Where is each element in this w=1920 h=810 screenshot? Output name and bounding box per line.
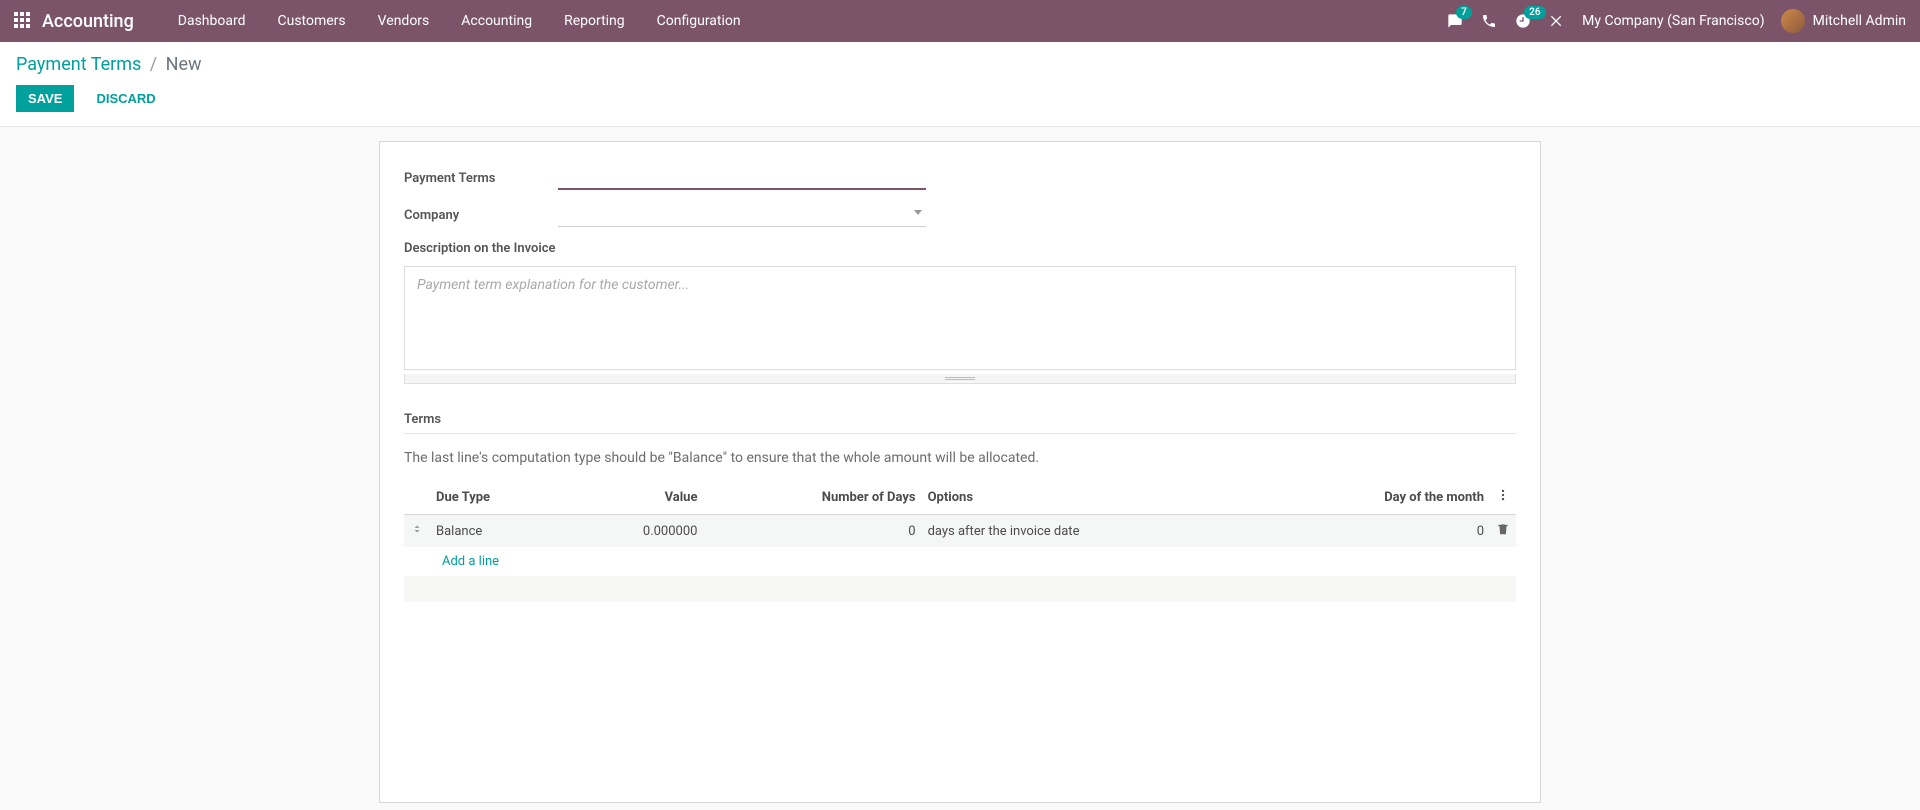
- user-menu[interactable]: Mitchell Admin: [1781, 9, 1906, 33]
- cell-due-type[interactable]: Balance: [430, 515, 566, 548]
- user-name-label: Mitchell Admin: [1813, 13, 1906, 29]
- breadcrumb-sep: /: [150, 54, 157, 75]
- filler-row: [404, 576, 1516, 602]
- nav-links: Dashboard Customers Vendors Accounting R…: [162, 0, 757, 42]
- avatar: [1781, 9, 1805, 33]
- nav-link-accounting[interactable]: Accounting: [445, 0, 548, 42]
- company-switcher[interactable]: My Company (San Francisco): [1582, 13, 1764, 29]
- col-day-of-month: Day of the month: [1259, 480, 1490, 515]
- close-tray-icon[interactable]: [1548, 12, 1566, 30]
- subheader: Payment Terms / New SAVE DISCARD: [0, 42, 1920, 127]
- messages-icon[interactable]: 7: [1446, 12, 1464, 30]
- nav-link-vendors[interactable]: Vendors: [362, 0, 446, 42]
- app-brand: Accounting: [42, 11, 134, 32]
- activity-badge: 26: [1524, 6, 1545, 19]
- terms-note: The last line's computation type should …: [404, 450, 1516, 466]
- phone-icon[interactable]: [1480, 12, 1498, 30]
- breadcrumb-parent[interactable]: Payment Terms: [16, 54, 141, 75]
- add-line-row: Add a line: [404, 547, 1516, 576]
- discard-button[interactable]: DISCARD: [84, 85, 167, 112]
- form-sheet: Payment Terms Company Description on the…: [379, 141, 1541, 803]
- activity-icon[interactable]: 26: [1514, 12, 1532, 30]
- topnav: Accounting Dashboard Customers Vendors A…: [0, 0, 1920, 42]
- col-value: Value: [566, 480, 703, 515]
- trash-icon[interactable]: [1496, 525, 1510, 540]
- cell-days[interactable]: 0: [703, 515, 921, 548]
- terms-heading: Terms: [404, 412, 1516, 434]
- breadcrumb-current: New: [166, 54, 202, 75]
- drag-handle-icon[interactable]: [411, 524, 423, 539]
- resize-handle[interactable]: [404, 374, 1516, 384]
- col-menu: [1490, 480, 1516, 515]
- description-textarea[interactable]: [404, 266, 1516, 370]
- cell-options[interactable]: days after the invoice date: [922, 515, 1260, 548]
- description-label: Description on the Invoice: [404, 241, 1516, 256]
- payment-terms-input[interactable]: [558, 166, 926, 190]
- cell-dom[interactable]: 0: [1259, 515, 1490, 548]
- save-button[interactable]: SAVE: [16, 85, 74, 112]
- payment-terms-label: Payment Terms: [404, 171, 558, 186]
- col-options: Options: [922, 480, 1260, 515]
- cell-value[interactable]: 0.000000: [566, 515, 703, 548]
- kebab-icon[interactable]: [1496, 491, 1510, 506]
- company-label: Company: [404, 208, 558, 223]
- company-input[interactable]: [558, 204, 926, 227]
- breadcrumb: Payment Terms / New: [16, 54, 1904, 75]
- col-due-type: Due Type: [430, 480, 566, 515]
- nav-link-dashboard[interactable]: Dashboard: [162, 0, 262, 42]
- col-days: Number of Days: [703, 480, 921, 515]
- nav-link-customers[interactable]: Customers: [262, 0, 362, 42]
- add-line-link[interactable]: Add a line: [436, 546, 505, 577]
- apps-icon[interactable]: [14, 12, 32, 30]
- nav-link-configuration[interactable]: Configuration: [641, 0, 757, 42]
- table-row[interactable]: Balance 0.000000 0 days after the invoic…: [404, 515, 1516, 548]
- terms-table: Due Type Value Number of Days Options Da…: [404, 480, 1516, 602]
- messages-badge: 7: [1456, 6, 1472, 19]
- col-handle: [404, 480, 430, 515]
- nav-link-reporting[interactable]: Reporting: [548, 0, 641, 42]
